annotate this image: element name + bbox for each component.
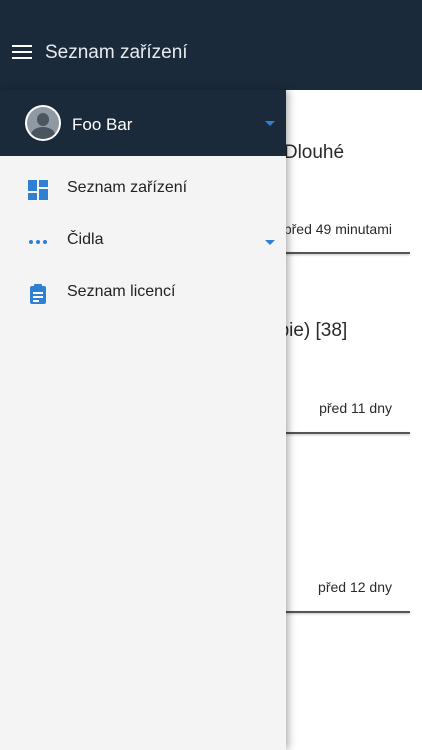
- app-bar-title: Seznam zařízení: [45, 42, 188, 63]
- clipboard-icon: [28, 284, 48, 304]
- avatar-icon: [25, 105, 61, 141]
- device-last-seen: před 12 dny: [318, 579, 392, 595]
- navigation-drawer: Foo Bar Seznam zařízení Čidla Seznam lic…: [0, 90, 286, 750]
- device-last-seen: před 49 minutami: [283, 221, 392, 237]
- drawer-header[interactable]: Foo Bar: [0, 90, 286, 156]
- device-last-seen: před 11 dny: [319, 400, 392, 416]
- nav-item-sensors[interactable]: Čidla: [0, 215, 286, 267]
- dashboard-icon: [28, 180, 48, 200]
- nav-item-label: Seznam zařízení: [67, 179, 188, 196]
- more-dots-icon: [28, 232, 48, 252]
- card-divider: [280, 611, 410, 613]
- card-divider: [280, 252, 410, 254]
- user-name: Foo Bar: [72, 115, 133, 134]
- chevron-down-icon[interactable]: [265, 240, 275, 245]
- nav-item-license-list[interactable]: Seznam licencí: [0, 267, 286, 319]
- hamburger-menu-icon[interactable]: [12, 45, 32, 61]
- nav-item-label: Seznam licencí: [67, 283, 176, 300]
- app-bar: Seznam zařízení: [0, 0, 422, 90]
- card-divider: [280, 432, 410, 434]
- nav-item-device-list[interactable]: Seznam zařízení: [0, 163, 286, 215]
- nav-item-label: Čidla: [67, 231, 104, 248]
- chevron-down-icon[interactable]: [265, 121, 275, 126]
